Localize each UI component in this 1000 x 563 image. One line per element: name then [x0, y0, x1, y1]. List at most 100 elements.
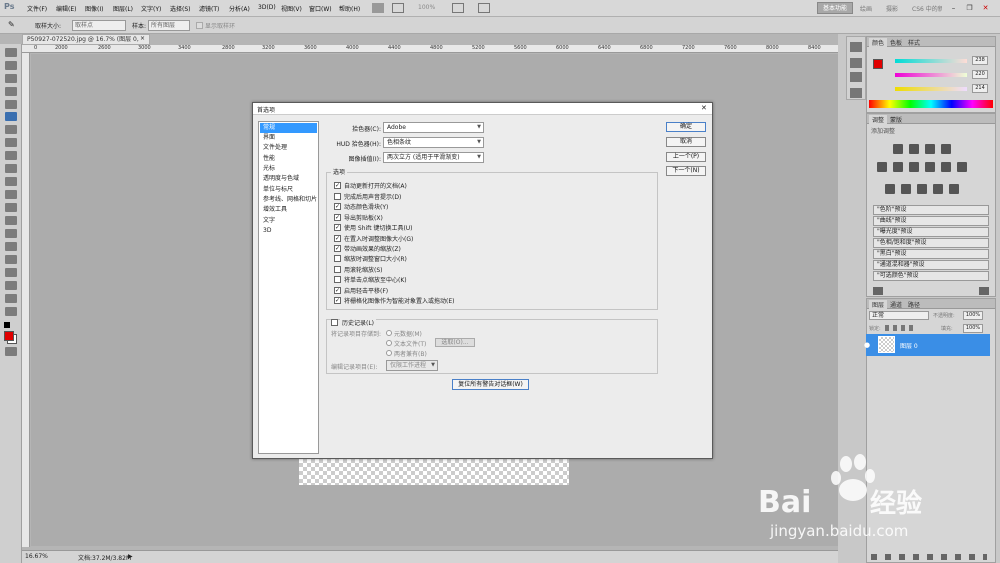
tab-masks[interactable]: 蒙版 [887, 115, 905, 124]
visibility-eye-icon[interactable]: ● [864, 341, 870, 349]
menu-edit[interactable]: 编辑(E) [56, 4, 76, 13]
category-guides[interactable]: 参考线、网格和切片 [260, 195, 317, 205]
red-slider[interactable] [895, 59, 967, 63]
lasso-tool-icon[interactable] [5, 74, 17, 83]
history-checkbox[interactable] [331, 319, 338, 326]
cancel-button[interactable]: 取消 [666, 137, 706, 147]
zoom-readout[interactable]: 16.67% [25, 553, 48, 560]
3d-rotate-tool-icon[interactable] [5, 281, 17, 290]
exposure-icon[interactable] [941, 144, 951, 154]
green-slider[interactable] [895, 73, 967, 77]
category-interface[interactable]: 界面 [260, 133, 317, 143]
transparent-image[interactable] [299, 459, 569, 485]
hud-picker-select[interactable]: 色相条纹 ▼ [383, 137, 484, 148]
ok-button[interactable]: 确定 [666, 122, 706, 132]
photo-filter-icon[interactable] [941, 162, 951, 172]
threshold-icon[interactable] [917, 184, 927, 194]
zoom-tool-icon[interactable] [5, 307, 17, 316]
sample-select[interactable]: 所有图层 [148, 20, 190, 31]
character-panel-icon[interactable] [850, 58, 862, 68]
gradient-tool-icon[interactable] [5, 190, 17, 199]
option-checkbox[interactable]: ✓ [334, 182, 341, 189]
option-checkbox[interactable]: ✓ [334, 297, 341, 304]
category-transparency[interactable]: 透明度与色域 [260, 174, 317, 184]
screen-mode-icon[interactable] [478, 3, 490, 13]
curves-icon[interactable] [925, 144, 935, 154]
category-type[interactable]: 文字 [260, 216, 317, 226]
red-value[interactable]: 238 [972, 56, 988, 65]
category-units[interactable]: 单位与标尺 [260, 185, 317, 195]
dodge-tool-icon[interactable] [5, 216, 17, 225]
choose-button[interactable]: 选取(O)... [435, 338, 475, 347]
channel-mixer-icon[interactable] [957, 162, 967, 172]
option-checkbox[interactable]: ✓ [334, 287, 341, 294]
layer-actions-icons[interactable] [871, 554, 987, 560]
tab-styles[interactable]: 样式 [905, 38, 923, 47]
workspace-cs6-new[interactable]: CS6 中的新增功能 [912, 4, 942, 13]
show-ring-checkbox[interactable] [196, 22, 203, 29]
tab-color[interactable]: 颜色 [869, 38, 888, 47]
selective-color-icon[interactable] [949, 184, 959, 194]
menu-file[interactable]: 文件(F) [27, 4, 47, 13]
zoom-level[interactable]: 100% [418, 4, 435, 11]
preset-curves[interactable]: "曲线"预设 [873, 216, 989, 226]
paragraph-panel-icon[interactable] [850, 72, 862, 82]
foreground-color-swatch[interactable] [4, 331, 14, 341]
history-brush-tool-icon[interactable] [5, 164, 17, 173]
vibrance-icon[interactable] [877, 162, 887, 172]
option-checkbox[interactable]: ✓ [334, 224, 341, 231]
healing-tool-icon[interactable] [5, 125, 17, 134]
layer-row[interactable]: ● 图层 0 [864, 334, 990, 356]
blue-value[interactable]: 214 [972, 84, 988, 93]
sample-size-select[interactable]: 取样点 [72, 20, 126, 31]
minimize-icon[interactable]: – [948, 3, 959, 13]
option-checkbox[interactable]: ✓ [334, 235, 341, 242]
category-plugins[interactable]: 增效工具 [260, 205, 317, 215]
lock-icons[interactable] [885, 325, 915, 331]
quick-mask-icon[interactable] [5, 347, 17, 356]
arrange-icon[interactable] [392, 3, 404, 13]
radio-text-file[interactable] [386, 340, 392, 346]
tab-layers[interactable]: 图层 [869, 300, 888, 309]
menu-layer[interactable]: 图层(L) [113, 4, 133, 13]
quick-select-tool-icon[interactable] [5, 87, 17, 96]
category-performance[interactable]: 性能 [260, 154, 317, 164]
preset-channel-mixer[interactable]: "通道混和器"预设 [873, 260, 989, 270]
color-spectrum[interactable] [869, 100, 993, 108]
radio-both[interactable] [386, 350, 392, 356]
menu-view[interactable]: 视图(V) [281, 4, 302, 13]
category-general[interactable]: 常规 [260, 123, 317, 133]
path-select-tool-icon[interactable] [5, 255, 17, 264]
eyedropper-tool-icon[interactable] [5, 112, 17, 121]
bridge-icon[interactable] [372, 3, 384, 13]
reset-warnings-button[interactable]: 复位所有警告对话框(W) [452, 379, 529, 390]
crop-tool-icon[interactable] [5, 100, 17, 109]
option-checkbox[interactable]: ✓ [334, 203, 341, 210]
category-3d[interactable]: 3D [260, 226, 317, 236]
stamp-tool-icon[interactable] [5, 151, 17, 160]
option-checkbox[interactable] [334, 276, 341, 283]
status-menu-icon[interactable]: ▶ [128, 553, 133, 560]
option-checkbox[interactable] [334, 255, 341, 262]
menu-select[interactable]: 选择(S) [170, 4, 191, 13]
menu-image[interactable]: 图像(I) [85, 4, 103, 13]
preset-levels[interactable]: "色阶"预设 [873, 205, 989, 215]
tab-channels[interactable]: 通道 [887, 300, 905, 309]
preset-black-white[interactable]: "黑白"预设 [873, 249, 989, 259]
blue-slider[interactable] [895, 87, 967, 91]
panel-foreground-swatch[interactable] [873, 59, 883, 69]
radio-metadata[interactable] [386, 330, 392, 336]
close-icon[interactable]: ✕ [980, 3, 991, 13]
hand-tool-icon[interactable] [5, 294, 17, 303]
tab-adjustments[interactable]: 调整 [869, 115, 888, 124]
opacity-value[interactable]: 100% [963, 311, 983, 320]
brush-tool-icon[interactable] [5, 138, 17, 147]
levels-icon[interactable] [909, 144, 919, 154]
brightness-icon[interactable] [893, 144, 903, 154]
pen-tool-icon[interactable] [5, 229, 17, 238]
marquee-tool-icon[interactable] [5, 61, 17, 70]
adjust-menu-icon[interactable] [979, 287, 989, 295]
workspace-essentials-button[interactable]: 基本功能 [817, 2, 853, 14]
color-balance-icon[interactable] [909, 162, 919, 172]
hue-saturation-icon[interactable] [893, 162, 903, 172]
